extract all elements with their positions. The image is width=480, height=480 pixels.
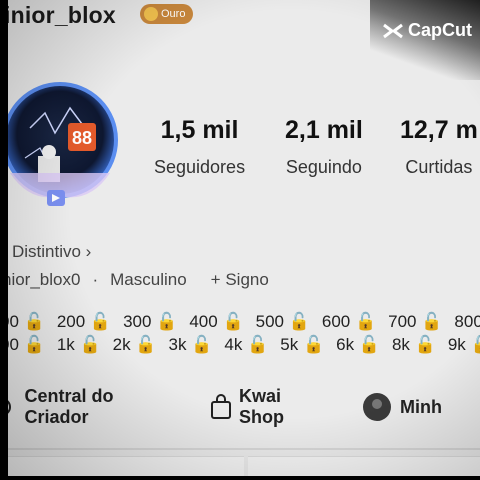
capcut-label: CapCut (408, 20, 472, 40)
lock-icon: 🔓 (283, 312, 310, 331)
milestone-item: 800 🔓 (454, 312, 480, 332)
milestone-item: 2k 🔓 (113, 335, 157, 355)
milestone-value: 00 (8, 335, 19, 354)
lock-icon: 🔓 (151, 312, 178, 331)
following-count: 2,1 mil (285, 116, 363, 144)
milestone-item: 4k 🔓 (224, 335, 268, 355)
milestone-value: 6k (336, 335, 355, 354)
my-account-button[interactable]: Minh (362, 392, 442, 422)
lock-icon: 🔓 (466, 335, 480, 354)
milestones-row-2: 00 🔓1k 🔓2k 🔓3k 🔓4k 🔓5k 🔓6k 🔓8k 🔓9k 🔓10k … (8, 335, 480, 355)
shopping-bag-icon (210, 394, 231, 419)
milestone-item: 00 🔓 (8, 312, 45, 332)
capcut-logo-icon (383, 23, 403, 38)
lock-icon: 🔓 (242, 335, 269, 354)
coin-icon (144, 7, 158, 21)
avatar-icon (363, 393, 391, 421)
milestone-item: 5k 🔓 (280, 335, 324, 355)
lock-icon: 🔓 (350, 312, 377, 331)
milestone-value: 700 (388, 312, 417, 331)
milestone-value: 1k (56, 335, 75, 354)
milestone-item: 200 🔓 (57, 312, 111, 332)
following-label: Seguindo (285, 157, 362, 177)
milestone-item: 8k 🔓 (392, 335, 436, 355)
following-stat[interactable]: 2,1 mil Seguindo (285, 116, 363, 178)
milestone-value: 3k (168, 335, 187, 354)
followers-label: Seguidores (154, 157, 246, 177)
lock-icon: 🔓 (409, 335, 436, 354)
lock-icon: 🔓 (74, 335, 101, 354)
milestone-item: 1k 🔓 (57, 335, 101, 355)
milestone-item: 9k 🔓 (448, 335, 480, 355)
likes-stat[interactable]: 12,7 m Curtidas (400, 116, 478, 178)
lock-icon: 🔓 (18, 335, 45, 354)
milestone-value: 9k (447, 335, 466, 354)
milestone-item: 700 🔓 (388, 312, 442, 332)
milestone-value: 2k (112, 335, 131, 354)
milestone-value: 5k (280, 335, 299, 354)
likes-count: 12,7 m (400, 116, 478, 144)
lock-icon: 🔓 (186, 335, 213, 354)
milestone-item: 300 🔓 (123, 312, 177, 332)
milestone-value: 8k (391, 335, 410, 354)
profile-username: inior_blox (8, 2, 116, 28)
lock-icon: 🔓 (217, 312, 244, 331)
svg-text:88: 88 (72, 128, 92, 148)
profile-avatar[interactable]: 88 (8, 78, 120, 208)
kwai-shop-label: Kwai Shop (238, 386, 284, 427)
kwai-shop-button[interactable]: Kwai Shop (209, 386, 324, 428)
milestone-value: 800 (454, 312, 480, 331)
milestone-item: 600 🔓 (322, 312, 376, 332)
profile-gender: Masculino (110, 270, 187, 289)
lock-icon: 🔓 (130, 335, 157, 354)
milestones-row-1: 00 🔓200 🔓300 🔓400 🔓500 🔓600 🔓700 🔓800 🔓 (8, 312, 480, 332)
milestone-value: 600 (321, 312, 351, 331)
distintivo-link[interactable]: Distintivo › (12, 242, 91, 262)
divider (8, 448, 480, 450)
action-bar: Central do Criador Kwai Shop Minh (8, 386, 480, 428)
milestone-item: 6k 🔓 (336, 335, 380, 355)
lock-icon: 🔓 (298, 335, 325, 354)
lock-icon: 🔓 (354, 335, 380, 354)
rank-badge-label: Ouro (161, 8, 186, 20)
profile-handle: nior_blox0 (8, 270, 81, 289)
milestone-item: 500 🔓 (256, 312, 310, 332)
milestone-item: 3k 🔓 (169, 335, 213, 355)
rank-badge[interactable]: Ouro (140, 4, 194, 24)
video-tile[interactable] (8, 456, 244, 476)
add-sign-button[interactable]: + Signo (211, 270, 269, 290)
creator-center-icon (8, 400, 11, 414)
milestone-value: 00 (8, 312, 19, 331)
milestone-item: 400 🔓 (189, 312, 243, 332)
followers-stat[interactable]: 1,5 mil Seguidores (154, 116, 245, 178)
capcut-watermark: CapCut (382, 20, 472, 41)
lock-icon: 🔓 (18, 312, 45, 331)
likes-label: Curtidas (405, 157, 473, 177)
lock-icon: 🔓 (85, 312, 112, 331)
milestone-item: 00 🔓 (8, 335, 45, 355)
milestone-value: 200 (56, 312, 86, 331)
creator-center-button[interactable]: Central do Criador (8, 386, 171, 428)
milestone-value: 4k (224, 335, 243, 354)
milestone-value: 500 (255, 312, 284, 331)
info-separator: · (92, 270, 99, 289)
profile-info-row: nior_blox0 · Masculino + Signo (8, 270, 269, 290)
followers-count: 1,5 mil (160, 116, 239, 144)
milestone-value: 300 (123, 312, 152, 331)
creator-center-label: Central do Criador (24, 386, 114, 427)
video-tile[interactable] (248, 456, 480, 476)
my-account-label: Minh (400, 396, 442, 417)
lock-icon: 🔓 (416, 312, 443, 331)
milestone-value: 400 (189, 312, 218, 331)
